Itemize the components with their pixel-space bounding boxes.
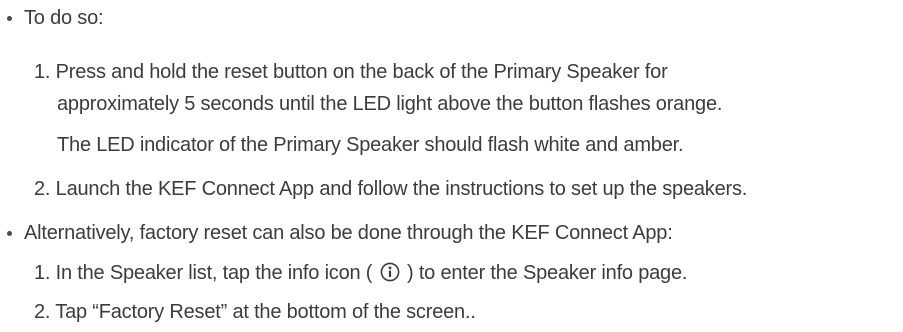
- step-1-line-2: approximately 5 seconds until the LED li…: [57, 92, 722, 116]
- led-note: The LED indicator of the Primary Speaker…: [57, 133, 684, 157]
- step-text: Launch the KEF Connect App and follow th…: [55, 178, 748, 200]
- bullet-icon: [7, 16, 12, 21]
- step-text: Tap “Factory Reset” at the bottom of the…: [55, 301, 476, 323]
- step-text: approximately 5 seconds until the LED li…: [57, 93, 723, 115]
- bullet-text: To do so:: [24, 7, 104, 29]
- bullet-icon: [7, 231, 12, 236]
- step-number: 1.: [34, 61, 51, 83]
- step-number: 2.: [34, 301, 51, 323]
- bullet-item-alternatively: Alternatively, factory reset can also be…: [0, 221, 673, 245]
- step-number: 2.: [34, 178, 51, 200]
- app-step-1: 1. In the Speaker list, tap the info ico…: [34, 261, 687, 285]
- step-text-before-icon: In the Speaker list, tap the info icon (: [55, 262, 373, 284]
- bullet-item-to-do-so: To do so:: [0, 6, 104, 30]
- info-icon: [380, 262, 400, 282]
- instructions-page: To do so: 1. Press and hold the reset bu…: [0, 0, 903, 332]
- step-1-line-1: 1. Press and hold the reset button on th…: [34, 60, 668, 84]
- step-number: 1.: [34, 262, 51, 284]
- bullet-text: Alternatively, factory reset can also be…: [24, 222, 673, 244]
- note-text: The LED indicator of the Primary Speaker…: [57, 134, 684, 156]
- step-text-after-icon: ) to enter the Speaker info page.: [407, 262, 688, 284]
- app-step-2: 2. Tap “Factory Reset” at the bottom of …: [34, 300, 476, 324]
- step-text: Press and hold the reset button on the b…: [55, 61, 668, 83]
- step-2-line: 2. Launch the KEF Connect App and follow…: [34, 177, 747, 201]
